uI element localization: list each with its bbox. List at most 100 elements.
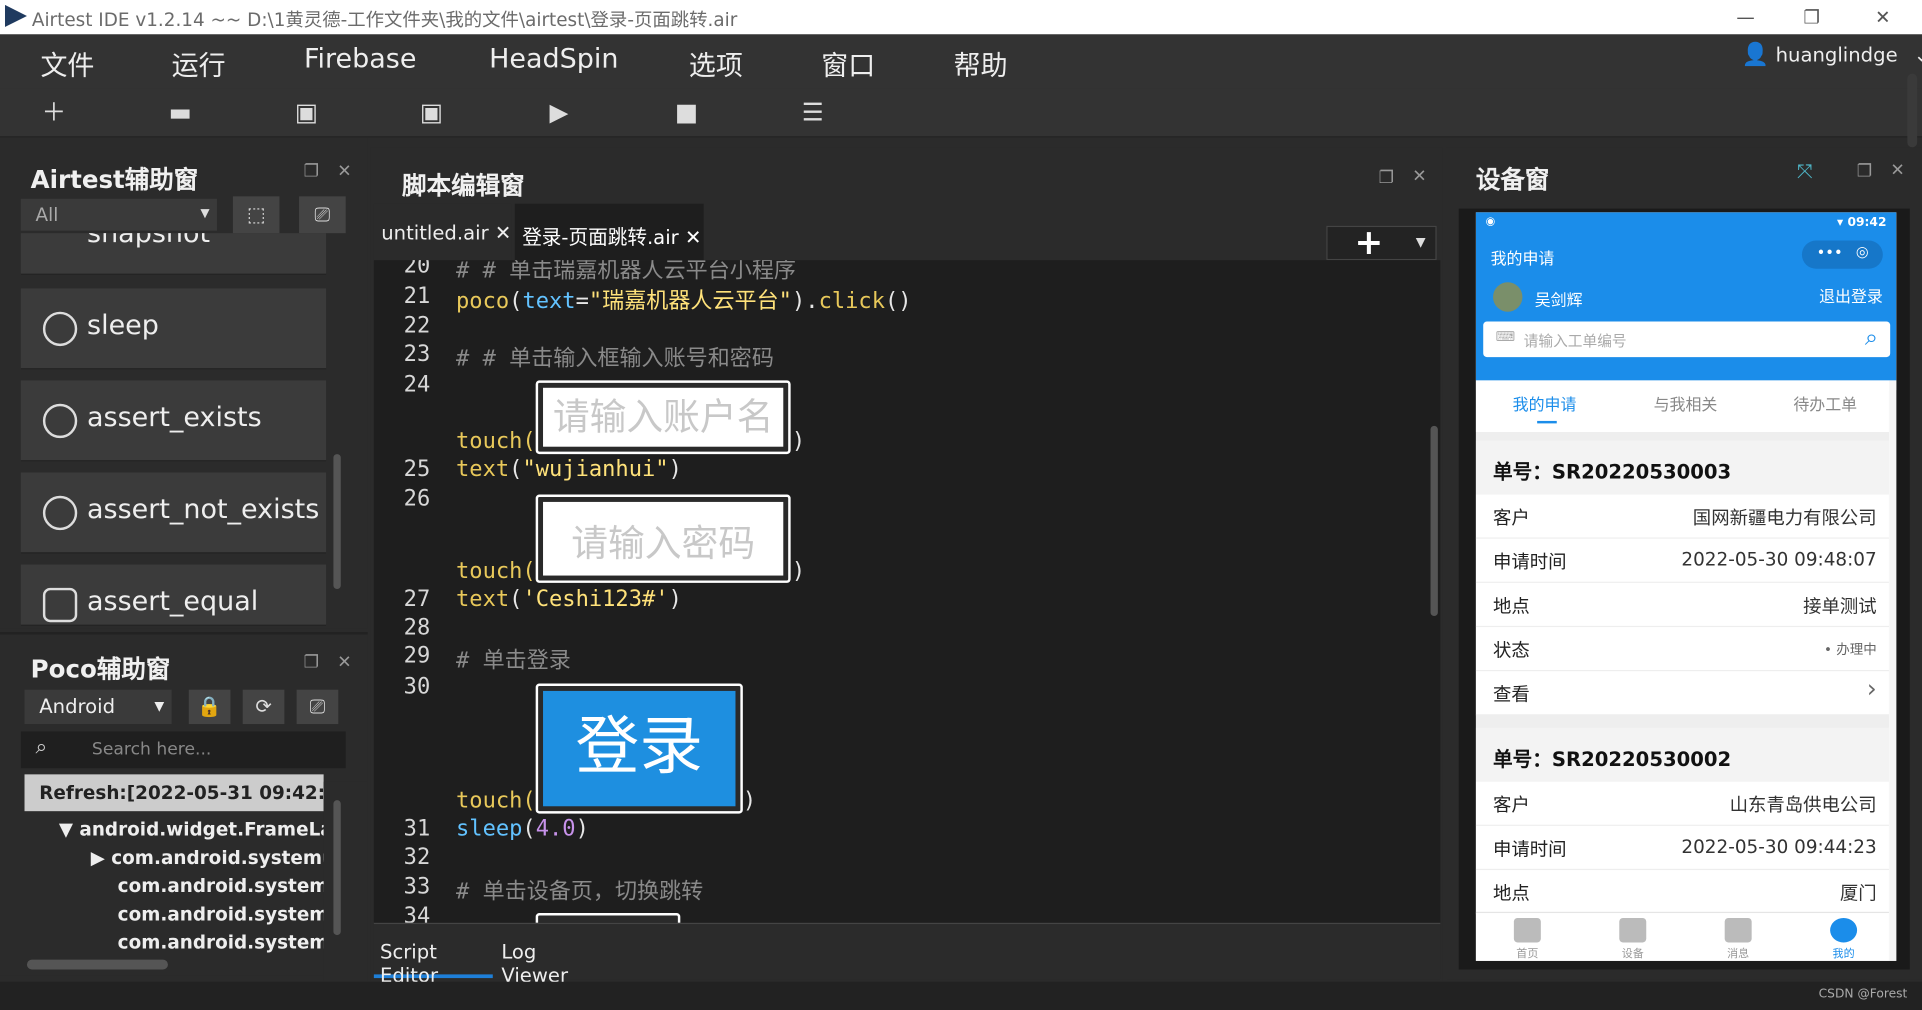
search-input[interactable]: Search here... <box>92 740 211 760</box>
save-icon[interactable]: ▣ <box>289 96 323 128</box>
tab-log-viewer[interactable]: Log Viewer <box>495 924 608 987</box>
app-header: ◉ ▾ 09:42 我的申请 ••• ◎ 吴剑辉 退出登录 ⌨ 请输入工单编号 … <box>1475 212 1897 381</box>
search-icon[interactable]: ⌕ <box>1865 324 1878 351</box>
save-as-icon[interactable]: ▣ <box>414 96 448 128</box>
record-icon[interactable]: ⎚ <box>299 196 346 234</box>
close-panel-icon[interactable]: ✕ <box>336 163 353 180</box>
float-panel-icon[interactable]: ❐ <box>1856 163 1873 180</box>
api-item-assert-exists[interactable]: assert_exists <box>20 380 327 462</box>
refresh-icon[interactable]: ⟳ <box>242 689 285 725</box>
nav-message[interactable]: 消息 <box>1701 917 1775 961</box>
window-title: Airtest IDE v1.2.14 ~~ D:\1黄灵德-工作文件夹\我的文… <box>31 8 738 31</box>
code-line: # 单击登录 <box>455 647 571 674</box>
api-item-sleep[interactable]: sleep <box>20 288 327 370</box>
select-image-icon[interactable]: ⬚ <box>232 196 280 234</box>
moon-icon <box>42 311 78 347</box>
new-tab-button[interactable]: + ▾ <box>1326 222 1437 263</box>
user-menu[interactable]: 👤 huanglindge ⌄ <box>1742 42 1922 68</box>
close-tab-icon[interactable]: ✕ <box>685 226 701 249</box>
menu-options[interactable]: 选项 <box>689 44 743 83</box>
search-input[interactable]: 请输入工单编号 <box>1524 330 1627 351</box>
target-icon[interactable]: ◎ <box>1856 243 1869 260</box>
menu-help[interactable]: 帮助 <box>954 44 1008 83</box>
view-detail-row[interactable]: 查看 › <box>1475 671 1889 716</box>
api-item-assert-equal[interactable]: assert_equal <box>20 564 327 626</box>
log-icon[interactable]: ☰ <box>796 96 830 128</box>
person-icon <box>1830 917 1858 943</box>
menu-window[interactable]: 窗口 <box>821 44 875 83</box>
code-line: text('Ceshi123#') <box>455 586 682 613</box>
watermark: CSDN @Forest <box>1818 987 1908 1002</box>
api-item-assert-not-exists[interactable]: assert_not_exists <box>20 472 327 554</box>
bottom-nav: 首页 设备 消息 我的 <box>1475 911 1889 961</box>
touch-image-account[interactable]: 请输入账户名 <box>535 380 791 455</box>
touch-image-password[interactable]: 请输入密码 <box>535 494 791 583</box>
user-name: huanglindge <box>1775 42 1898 67</box>
horizontal-scrollbar[interactable] <box>26 959 168 970</box>
minimize-button[interactable]: — <box>1719 2 1773 31</box>
lock-icon[interactable]: 🔒 <box>188 689 231 725</box>
menu-headspin[interactable]: HeadSpin <box>489 44 618 75</box>
tab-untitled[interactable]: untitled.air ✕ <box>373 203 511 261</box>
close-panel-icon[interactable]: ✕ <box>336 654 353 671</box>
maximize-button[interactable]: ❐ <box>1785 2 1839 31</box>
tab-label: untitled.air <box>381 220 489 245</box>
line-number: 31 <box>403 816 431 842</box>
line-number: 20 <box>403 260 431 279</box>
code-editor[interactable]: 20 # # 单击瑞嘉机器人云平台小程序 21 poco(text="瑞嘉机器人… <box>373 260 1441 923</box>
more-icon[interactable]: ••• <box>1817 244 1843 261</box>
record-icon[interactable]: ⎚ <box>296 689 339 725</box>
scrollbar[interactable] <box>333 800 341 936</box>
new-file-icon[interactable]: ＋ <box>37 96 71 128</box>
miniprogram-capsule[interactable]: ••• ◎ <box>1801 240 1883 269</box>
poco-panel-title: Poco辅助窗 <box>30 654 171 684</box>
platform-select[interactable]: Android ▾ <box>24 689 172 725</box>
airtest-panel-title: Airtest辅助窗 <box>30 164 199 194</box>
stop-icon[interactable]: ■ <box>669 96 703 128</box>
scrollbar[interactable] <box>1430 425 1438 617</box>
tab-related[interactable]: 与我相关 <box>1654 391 1718 414</box>
order-search[interactable]: ⌨ 请输入工单编号 ⌕ <box>1483 321 1891 358</box>
menu-firebase[interactable]: Firebase <box>304 44 416 75</box>
tab-my-requests[interactable]: 我的申请 <box>1513 391 1577 414</box>
touch-image-partial[interactable] <box>535 913 681 923</box>
close-button[interactable]: ✕ <box>1856 2 1910 31</box>
logout-link[interactable]: 退出登录 <box>1819 283 1883 306</box>
tree-node[interactable]: ▶ com.android.systemui:i <box>91 847 355 869</box>
menu-run[interactable]: 运行 <box>172 44 226 83</box>
code-line: # 单击设备页，切换跳转 <box>455 878 704 905</box>
float-panel-icon[interactable]: ❐ <box>303 163 320 180</box>
code-line: # # 单击输入框输入账号和密码 <box>455 346 774 372</box>
open-folder-icon[interactable]: ▬ <box>163 96 197 128</box>
poco-search[interactable]: ⌕ Search here... <box>20 731 346 769</box>
nav-device[interactable]: 设备 <box>1596 917 1670 961</box>
nav-home[interactable]: 首页 <box>1491 917 1565 961</box>
touch-image-login[interactable]: 登录 <box>535 683 743 814</box>
close-panel-icon[interactable]: ✕ <box>1889 162 1906 179</box>
float-panel-icon[interactable]: ❐ <box>303 654 320 671</box>
tab-script-editor[interactable]: Script Editor <box>373 924 493 987</box>
tab-login-page[interactable]: 登录-页面跳转.air ✕ <box>514 203 704 261</box>
tab-pending[interactable]: 待办工单 <box>1793 391 1857 414</box>
nav-mine[interactable]: 我的 <box>1807 917 1881 961</box>
order-row: 客户 山东青岛供电公司 <box>1475 781 1889 826</box>
filter-select[interactable]: All ▾ <box>20 198 217 231</box>
close-tab-icon[interactable]: ✕ <box>495 221 511 244</box>
plus-icon: + <box>1354 222 1384 263</box>
menu-file[interactable]: 文件 <box>40 44 94 83</box>
run-icon[interactable]: ▶ <box>542 96 576 128</box>
fullscreen-icon[interactable]: ⤧ <box>1797 160 1813 185</box>
api-item-snapshot[interactable]: snapshot <box>20 233 327 275</box>
tree-node[interactable]: ▼ android.widget.FrameLayc <box>59 819 355 841</box>
float-panel-icon[interactable]: ❐ <box>1378 169 1395 186</box>
order-row: 地点 厦门 <box>1475 870 1889 915</box>
tree-node-label: com.android.systemui:i <box>111 846 356 869</box>
scrollbar[interactable] <box>1907 73 1918 148</box>
close-panel-icon[interactable]: ✕ <box>1411 168 1428 185</box>
chevron-down-icon: ▾ <box>154 693 165 717</box>
api-item-label: sleep <box>87 310 159 342</box>
code-line: sleep(4.0) <box>455 816 589 842</box>
device-screen[interactable]: ◉ ▾ 09:42 我的申请 ••• ◎ 吴剑辉 退出登录 ⌨ 请输入工单编号 … <box>1475 212 1897 961</box>
scrollbar[interactable] <box>1888 380 1897 961</box>
scrollbar[interactable] <box>333 454 341 590</box>
